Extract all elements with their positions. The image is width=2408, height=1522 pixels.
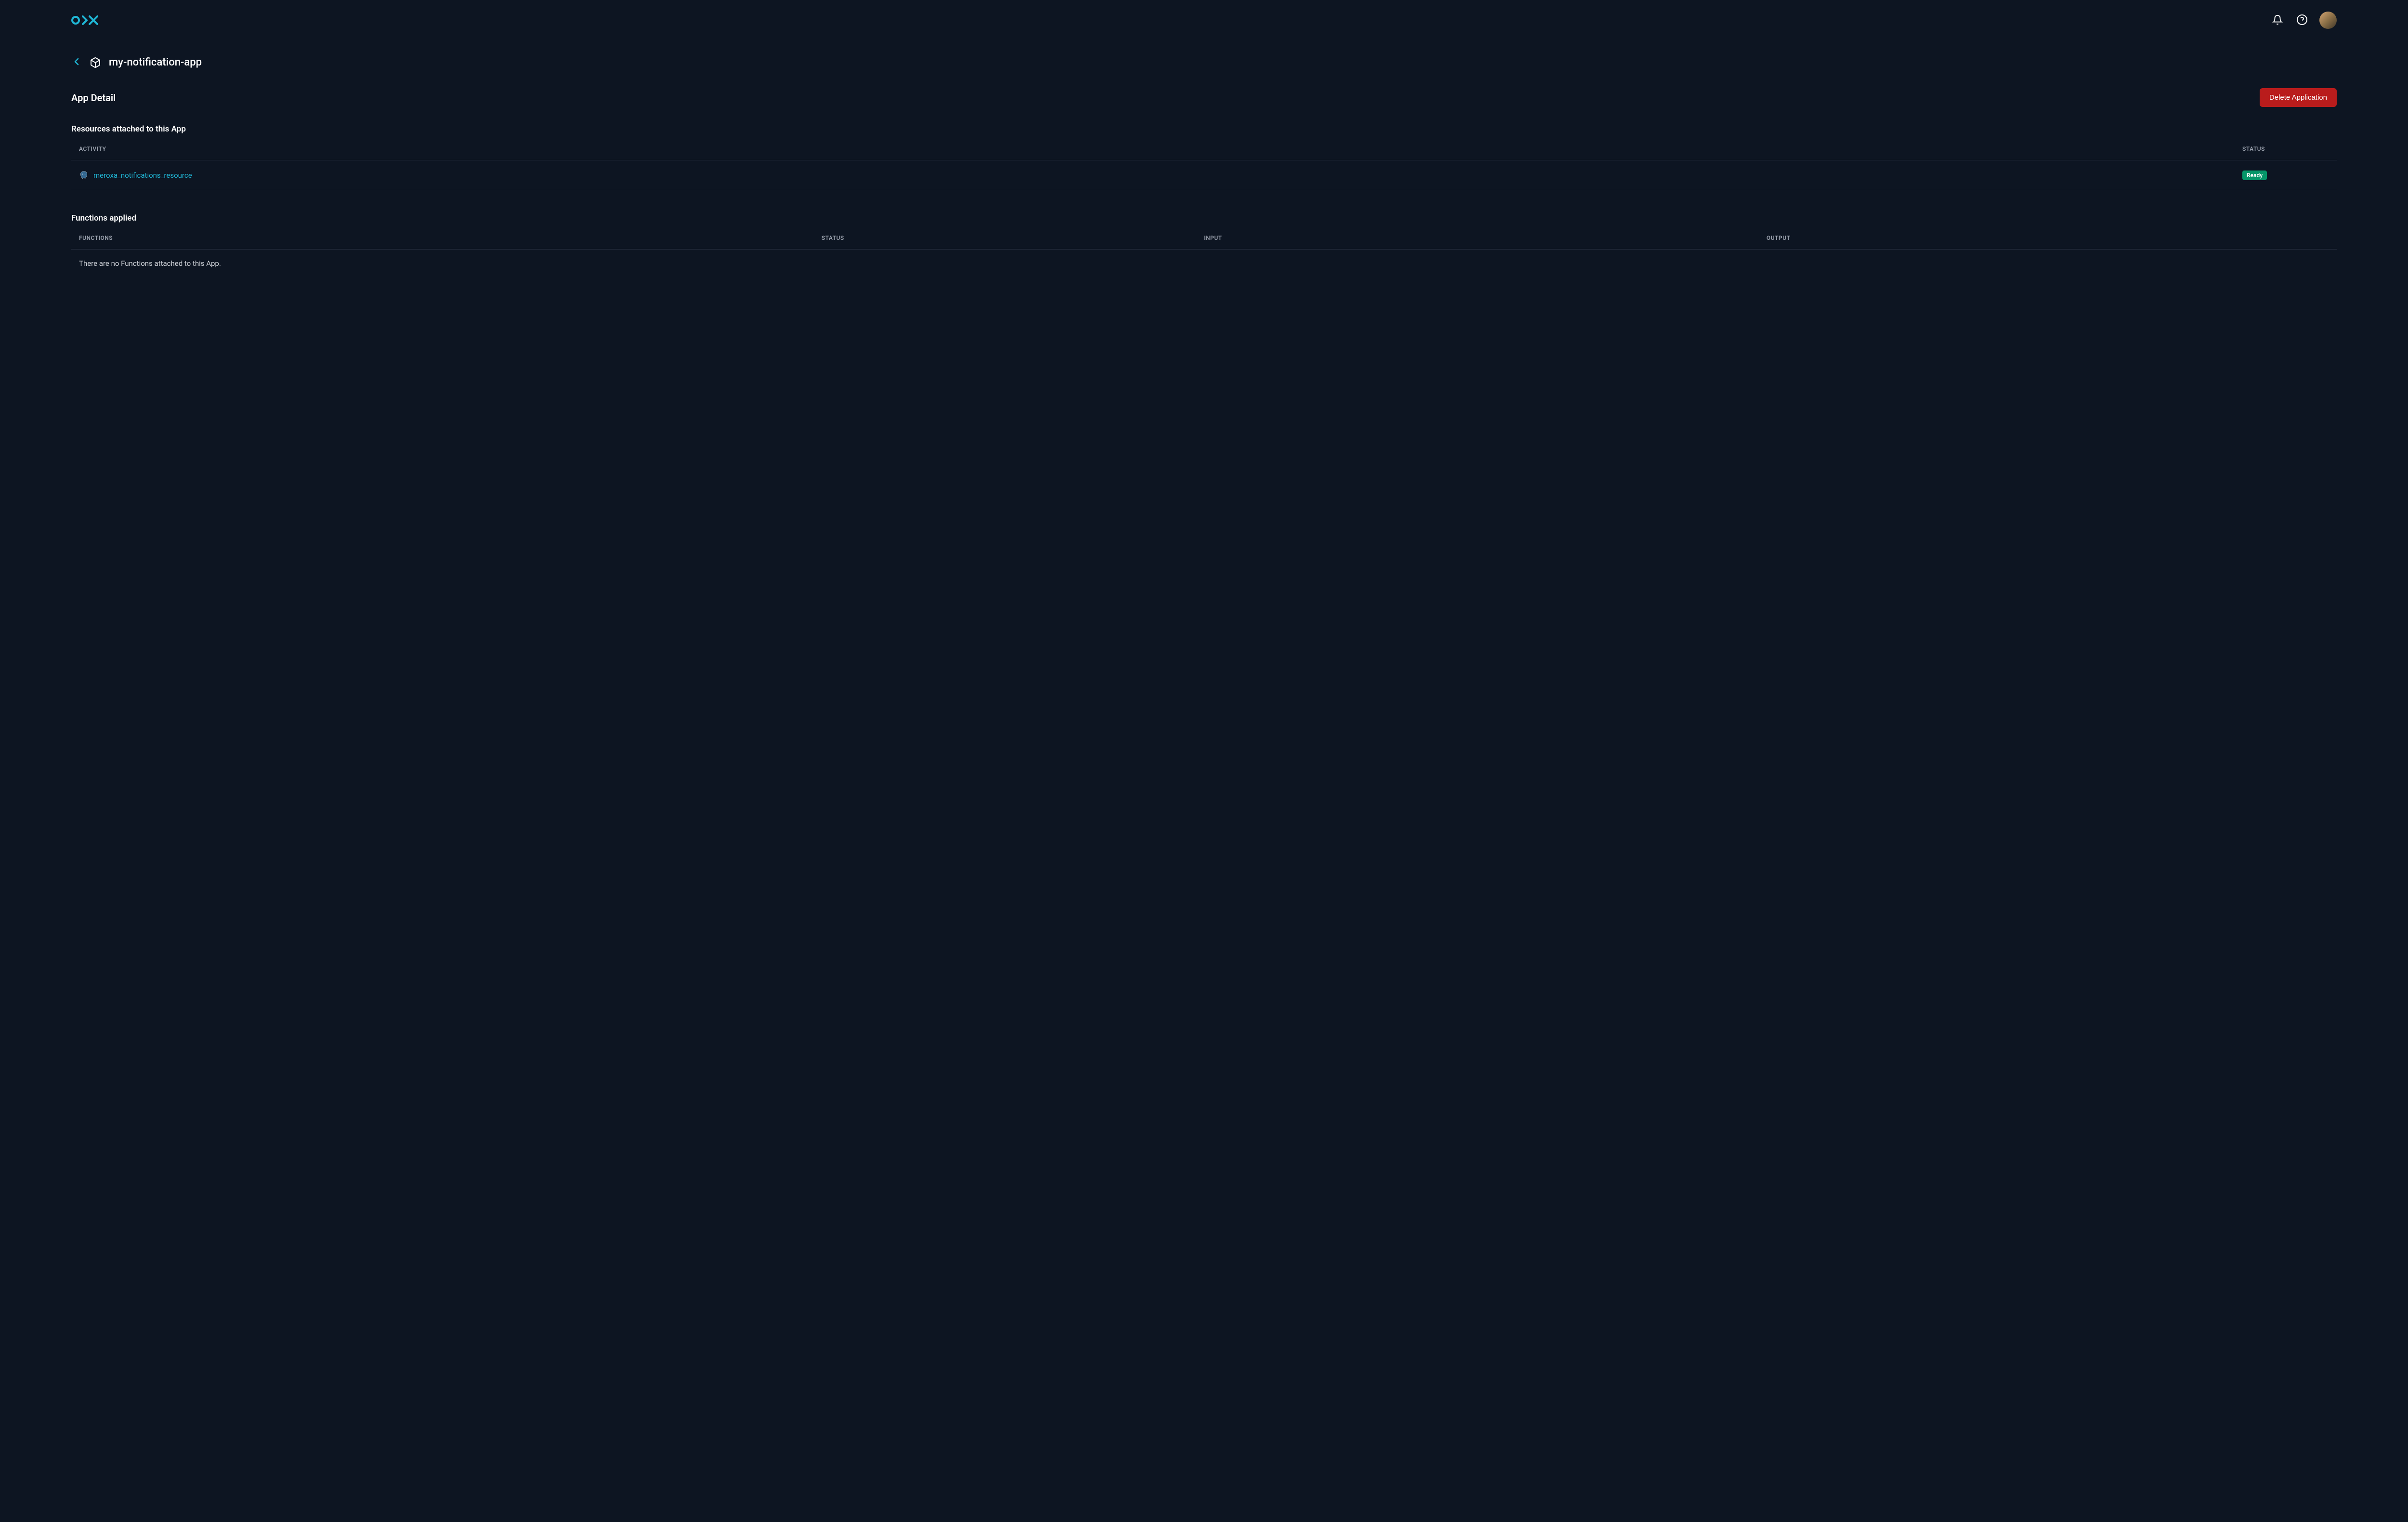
- column-header-output: OUTPUT: [1767, 235, 2329, 241]
- functions-table: FUNCTIONS STATUS INPUT OUTPUT There are …: [71, 235, 2337, 277]
- user-avatar[interactable]: [2319, 12, 2337, 29]
- chevron-left-icon: [73, 58, 80, 67]
- logo[interactable]: [71, 14, 100, 26]
- breadcrumb-row: my-notification-app: [71, 56, 2337, 69]
- functions-heading: Functions applied: [71, 213, 2337, 223]
- resources-table-header: ACTIVITY STATUS: [71, 145, 2337, 160]
- resource-cell: meroxa_notifications_resource: [79, 171, 2242, 180]
- postgres-icon: [79, 171, 89, 180]
- app-title: my-notification-app: [109, 56, 202, 68]
- functions-table-header: FUNCTIONS STATUS INPUT OUTPUT: [71, 235, 2337, 249]
- delete-application-button[interactable]: Delete Application: [2260, 88, 2337, 107]
- top-header: [0, 0, 2408, 37]
- resource-link[interactable]: meroxa_notifications_resource: [93, 171, 192, 180]
- notifications-button[interactable]: [2270, 13, 2285, 28]
- help-icon: [2296, 14, 2308, 27]
- column-header-input: INPUT: [1204, 235, 1767, 241]
- header-actions: [2270, 12, 2337, 29]
- column-header-status-fn: STATUS: [822, 235, 1204, 241]
- back-button[interactable]: [71, 56, 82, 69]
- status-badge: Ready: [2242, 171, 2267, 180]
- main-content: my-notification-app App Detail Delete Ap…: [0, 37, 2408, 320]
- help-button[interactable]: [2294, 12, 2310, 29]
- status-cell: Ready: [2242, 170, 2329, 180]
- section-header: App Detail Delete Application: [71, 88, 2337, 107]
- column-header-activity: ACTIVITY: [79, 145, 2242, 152]
- resources-heading: Resources attached to this App: [71, 124, 2337, 134]
- bell-icon: [2272, 14, 2283, 26]
- resources-table: ACTIVITY STATUS meroxa_notifications_res…: [71, 145, 2337, 190]
- column-header-functions: FUNCTIONS: [79, 235, 822, 241]
- page-title: App Detail: [71, 92, 116, 104]
- package-icon: [90, 57, 101, 68]
- functions-empty-message: There are no Functions attached to this …: [71, 249, 2337, 277]
- table-row: meroxa_notifications_resource Ready: [71, 160, 2337, 190]
- column-header-status: STATUS: [2242, 145, 2329, 152]
